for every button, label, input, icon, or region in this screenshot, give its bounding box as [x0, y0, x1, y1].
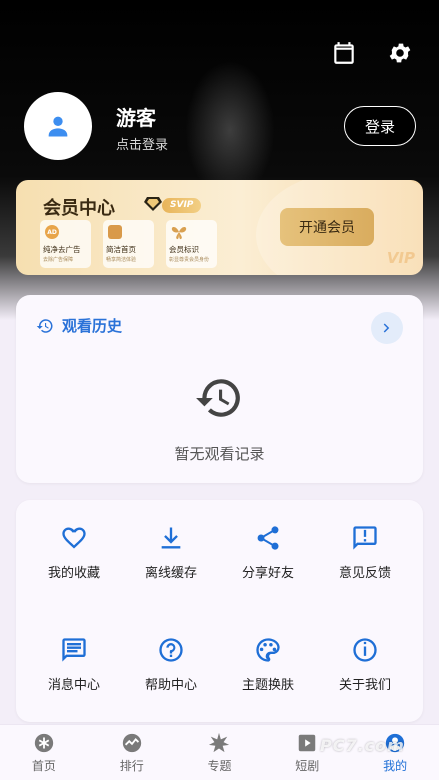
feature-feedback[interactable]: 意见反馈 [317, 524, 413, 581]
asterisk-icon [34, 733, 54, 752]
message-icon [62, 638, 86, 662]
ad-block-icon: AD [45, 225, 59, 239]
top-toolbar [331, 40, 413, 66]
benefit-title: 纯净去广告 [43, 245, 81, 254]
home-page-icon [108, 225, 122, 239]
benefit-title: 会员标识 [169, 245, 199, 254]
feedback-icon [353, 526, 377, 550]
calendar-icon[interactable] [331, 40, 357, 66]
login-hint[interactable]: 点击登录 [116, 134, 168, 153]
user-profile[interactable]: 游客 点击登录 登录 [24, 92, 416, 160]
feature-label: 离线缓存 [144, 566, 197, 581]
benefit-subtitle: 去除广告保障 [43, 257, 74, 263]
info-icon [353, 638, 377, 662]
palette-icon [256, 638, 280, 662]
avatar[interactable] [24, 92, 92, 160]
watch-history-card: 观看历史 暂无观看记录 [16, 295, 423, 483]
benefit-subtitle: 畅享简洁体验 [106, 257, 137, 263]
nav-label: 首页 [31, 758, 56, 773]
nav-label: 专题 [207, 758, 232, 773]
feature-label: 关于我们 [338, 678, 391, 693]
feature-offline-cache[interactable]: 离线缓存 [123, 524, 219, 581]
history-empty-icon [194, 373, 244, 423]
benefit-card: 简洁首页 畅享简洁体验 [103, 220, 154, 268]
feature-theme[interactable]: 主题换肤 [220, 636, 316, 693]
history-icon [36, 318, 53, 333]
share-icon [257, 526, 279, 550]
person-icon [48, 116, 68, 137]
feature-label: 分享好友 [241, 566, 294, 581]
feature-about[interactable]: 关于我们 [317, 636, 413, 693]
vip-title: 会员中心 [43, 198, 115, 219]
user-name: 游客 [116, 106, 156, 130]
feature-share[interactable]: 分享好友 [220, 524, 316, 581]
feature-favorites[interactable]: 我的收藏 [26, 524, 122, 581]
chevron-right-icon [383, 323, 390, 333]
open-vip-button[interactable]: 开通会员 [280, 208, 374, 246]
benefit-card: AD 纯净去广告 去除广告保障 [40, 220, 91, 268]
diamond-icon [144, 197, 162, 211]
history-more-button[interactable] [371, 312, 403, 344]
history-empty-text: 暂无观看记录 [174, 445, 265, 463]
history-header[interactable]: 观看历史 [36, 315, 122, 336]
feature-label: 我的收藏 [47, 566, 100, 581]
ranking-icon [122, 733, 141, 752]
vip-benefits: AD 纯净去广告 去除广告保障 简洁首页 畅享简洁体验 会员标识 彰显尊贵会员身… [40, 220, 217, 268]
nav-home[interactable]: 首页 [0, 725, 88, 780]
site-watermark: PC7.com [320, 736, 405, 755]
history-title: 观看历史 [62, 317, 123, 335]
benefit-subtitle: 彰显尊贵会员身份 [169, 257, 210, 263]
feature-label: 消息中心 [47, 678, 100, 693]
nav-label: 短剧 [295, 758, 320, 773]
heart-icon [62, 527, 86, 549]
burst-icon [209, 732, 230, 752]
benefit-card: 会员标识 彰显尊贵会员身份 [166, 220, 217, 268]
feature-label: 帮助中心 [144, 678, 197, 693]
nav-label: 排行 [119, 758, 144, 773]
download-icon [161, 527, 181, 549]
feature-help[interactable]: 帮助中心 [123, 636, 219, 693]
feature-label: 意见反馈 [338, 566, 391, 581]
feature-messages[interactable]: 消息中心 [26, 636, 122, 693]
play-icon [299, 734, 316, 751]
svip-badge: SVIP [162, 198, 202, 213]
butterfly-icon [171, 227, 187, 240]
feature-label: 主题换肤 [241, 678, 294, 693]
nav-ranking[interactable]: 排行 [88, 725, 176, 780]
vip-banner[interactable]: 会员中心 SVIP AD 纯净去广告 去除广告保障 简洁首页 畅享简洁体验 会员… [16, 180, 423, 275]
gear-icon[interactable] [387, 40, 413, 66]
feature-grid: 我的收藏 离线缓存 分享好友 意见反馈 消息中心 帮助中心 主题换肤 关于我们 [16, 500, 423, 722]
vip-watermark: VIP [386, 249, 415, 267]
help-icon [159, 638, 183, 662]
login-button[interactable]: 登录 [344, 106, 416, 146]
nav-topics[interactable]: 专题 [176, 725, 264, 780]
nav-label: 我的 [383, 758, 408, 773]
benefit-title: 简洁首页 [106, 245, 136, 254]
